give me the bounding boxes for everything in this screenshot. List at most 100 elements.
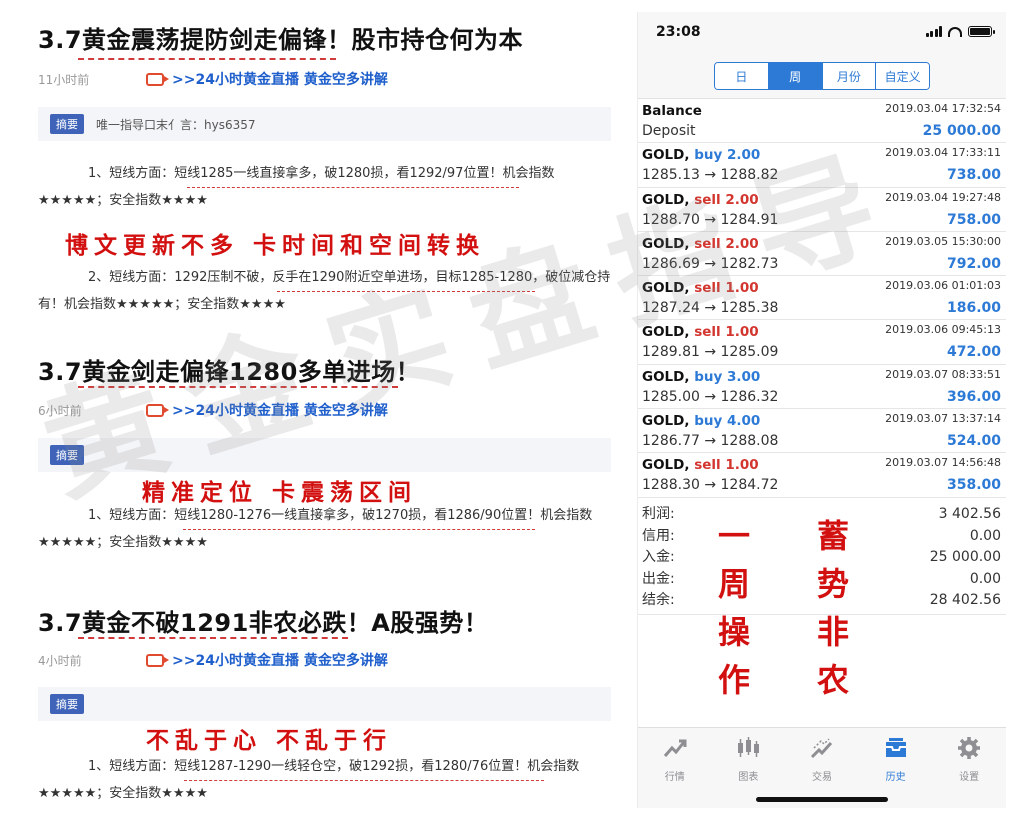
status-time: 23:08	[656, 24, 701, 40]
deal-row[interactable]: GOLD, buy 2.00 2019.03.04 17:33:11 1285.13…	[638, 143, 1006, 188]
deal-datetime: 2019.03.04 19:27:48	[885, 190, 1001, 204]
article-list: 3.7黄金震荡提防剑走偏锋！股市持仓何为本 11小时前 >>24小时黄金直播 黄…	[0, 0, 625, 820]
article-time: 6小时前	[38, 403, 82, 418]
summary-bar: 摘要 唯一指导口末亻言：hys6357	[38, 107, 611, 141]
deal-side: sell 2.00	[694, 191, 759, 208]
article-title[interactable]: 3.7黄金震荡提防剑走偏锋！股市持仓何为本	[38, 20, 523, 55]
summary-label: 信用:	[642, 527, 675, 544]
period-tab[interactable]: 周	[768, 63, 823, 89]
callout-char: 周	[717, 565, 750, 603]
tab-chart[interactable]: 图表	[712, 728, 786, 808]
deal-symbol: GOLD,	[642, 368, 690, 385]
deal-datetime: 2019.03.04 17:33:11	[885, 146, 1001, 160]
deal-row[interactable]: GOLD, buy 3.00 2019.03.07 08:33:51 1285.00…	[638, 365, 1006, 410]
deal-profit: 792.00	[946, 255, 1001, 272]
wifi-icon	[948, 26, 962, 37]
tab-label: 交易	[811, 772, 832, 783]
text-underline	[277, 291, 535, 292]
deal-row[interactable]: GOLD, sell 1.00 2019.03.07 14:56:48 1288.3…	[638, 453, 1006, 498]
callout-char: 一	[717, 517, 750, 555]
period-tab[interactable]: 日	[715, 63, 769, 89]
deal-profit: 524.00	[946, 433, 1001, 450]
balance-row[interactable]: Balance 2019.03.04 17:32:54 Deposit 25 0…	[638, 99, 1006, 144]
settings-icon	[956, 736, 982, 764]
deal-side: sell 2.00	[694, 235, 759, 252]
article-meta: 4小时前 >>24小时黄金直播 黄金空多讲解	[38, 650, 388, 670]
deal-side: buy 4.00	[694, 413, 761, 430]
battery-icon	[968, 26, 995, 37]
text-underline	[187, 187, 519, 188]
callout-char: 农	[816, 661, 849, 699]
deal-datetime: 2019.03.07 13:37:14	[885, 412, 1001, 426]
deal-datetime: 2019.03.07 08:33:51	[885, 367, 1001, 381]
balance-amount: 25 000.00	[922, 123, 1001, 139]
title-underline	[78, 58, 336, 60]
period-tab[interactable]: 月份	[822, 63, 877, 89]
summary-label: 结余:	[642, 592, 675, 608]
deal-symbol: GOLD,	[642, 147, 690, 164]
article-meta: 11小时前 >>24小时黄金直播 黄金空多讲解	[38, 69, 388, 89]
deal-row[interactable]: GOLD, sell 2.00 2019.03.04 19:27:48 1288.7…	[638, 188, 1006, 232]
live-link[interactable]: >>24小时黄金直播 黄金空多讲解	[172, 650, 388, 670]
deal-row[interactable]: GOLD, buy 4.00 2019.03.07 13:37:14 1286.77…	[638, 409, 1006, 454]
summary-badge: 摘要	[50, 694, 84, 714]
tab-label: 行情	[664, 772, 685, 783]
callout-char: 作	[717, 661, 750, 699]
tab-trade[interactable]: 交易	[785, 728, 859, 808]
callout-char: 势	[816, 565, 849, 603]
deal-profit: 758.00	[946, 211, 1001, 228]
live-link[interactable]: >>24小时黄金直播 黄金空多讲解	[172, 400, 388, 420]
deal-row[interactable]: GOLD, sell 2.00 2019.03.05 15:30:00 1286.6…	[638, 232, 1006, 277]
live-link[interactable]: >>24小时黄金直播 黄金空多讲解	[172, 69, 388, 89]
deal-profit: 396.00	[946, 388, 1001, 405]
summary-value: 3 402.56	[938, 506, 1001, 522]
summary-bar: 摘要	[38, 687, 611, 721]
tab-settings[interactable]: 设置	[932, 728, 1006, 808]
video-icon	[146, 72, 169, 86]
tab-label: 历史	[885, 772, 906, 783]
deal-row[interactable]: GOLD, sell 1.00 2019.03.06 01:01:03 1287.2…	[638, 276, 1006, 321]
video-icon	[146, 403, 169, 417]
deal-side: sell 1.00	[694, 280, 759, 297]
red-callout-right: 蓄势非农	[813, 512, 853, 704]
summary-badge: 摘要	[50, 445, 84, 465]
article-time: 4小时前	[38, 653, 82, 668]
deal-side: sell 1.00	[694, 324, 759, 341]
tab-quotes[interactable]: 行情	[638, 728, 712, 808]
history-icon	[883, 736, 909, 764]
deal-side: buy 2.00	[694, 147, 761, 164]
article-title[interactable]: 3.7黄金剑走偏锋1280多单进场！	[38, 352, 420, 387]
text-underline	[183, 529, 535, 530]
red-callout-left: 一周操作	[714, 512, 754, 704]
deal-datetime: 2019.03.06 01:01:03	[885, 279, 1001, 293]
video-icon	[146, 653, 169, 667]
summary-value: 25 000.00	[929, 549, 1001, 565]
deal-symbol: GOLD,	[642, 280, 690, 297]
callout-char: 非	[816, 613, 849, 651]
deal-side: sell 1.00	[694, 457, 759, 474]
tab-bar: 行情 图表 交易 历史 设置	[638, 727, 1006, 808]
article-time: 11小时前	[38, 72, 90, 87]
deal-datetime: 2019.03.06 09:45:13	[885, 323, 1001, 337]
summary-bar: 摘要	[38, 438, 611, 472]
deal-side: buy 3.00	[694, 368, 761, 385]
deal-datetime: 2019.03.07 14:56:48	[885, 456, 1001, 470]
callout-char: 操	[717, 613, 750, 651]
period-segmented-control: 日周月份 自定义	[714, 62, 930, 90]
summary-label: 入金:	[642, 549, 675, 565]
title-underline	[78, 637, 348, 639]
tab-label: 设置	[959, 772, 980, 783]
tab-history[interactable]: 历史	[859, 728, 933, 808]
period-tab[interactable]: 自定义	[876, 63, 929, 89]
deal-row[interactable]: GOLD, sell 1.00 2019.03.06 09:45:13 1289.8…	[638, 320, 1006, 365]
status-icons	[925, 26, 995, 37]
callout-char: 蓄	[816, 517, 849, 555]
mt4-history-screen: 23:08 日周月份 自定义 Balance 2019.03.04 17:32:5…	[637, 12, 1006, 808]
text-underline	[184, 780, 544, 781]
article-title[interactable]: 3.7黄金不破1291非农必跌！A股强势！	[38, 603, 488, 638]
deal-symbol: GOLD,	[642, 191, 690, 208]
title-underline	[78, 386, 398, 388]
home-indicator	[756, 797, 888, 802]
deal-datetime: 2019.03.05 15:30:00	[885, 234, 1001, 248]
summary-label: 利润:	[642, 506, 675, 522]
